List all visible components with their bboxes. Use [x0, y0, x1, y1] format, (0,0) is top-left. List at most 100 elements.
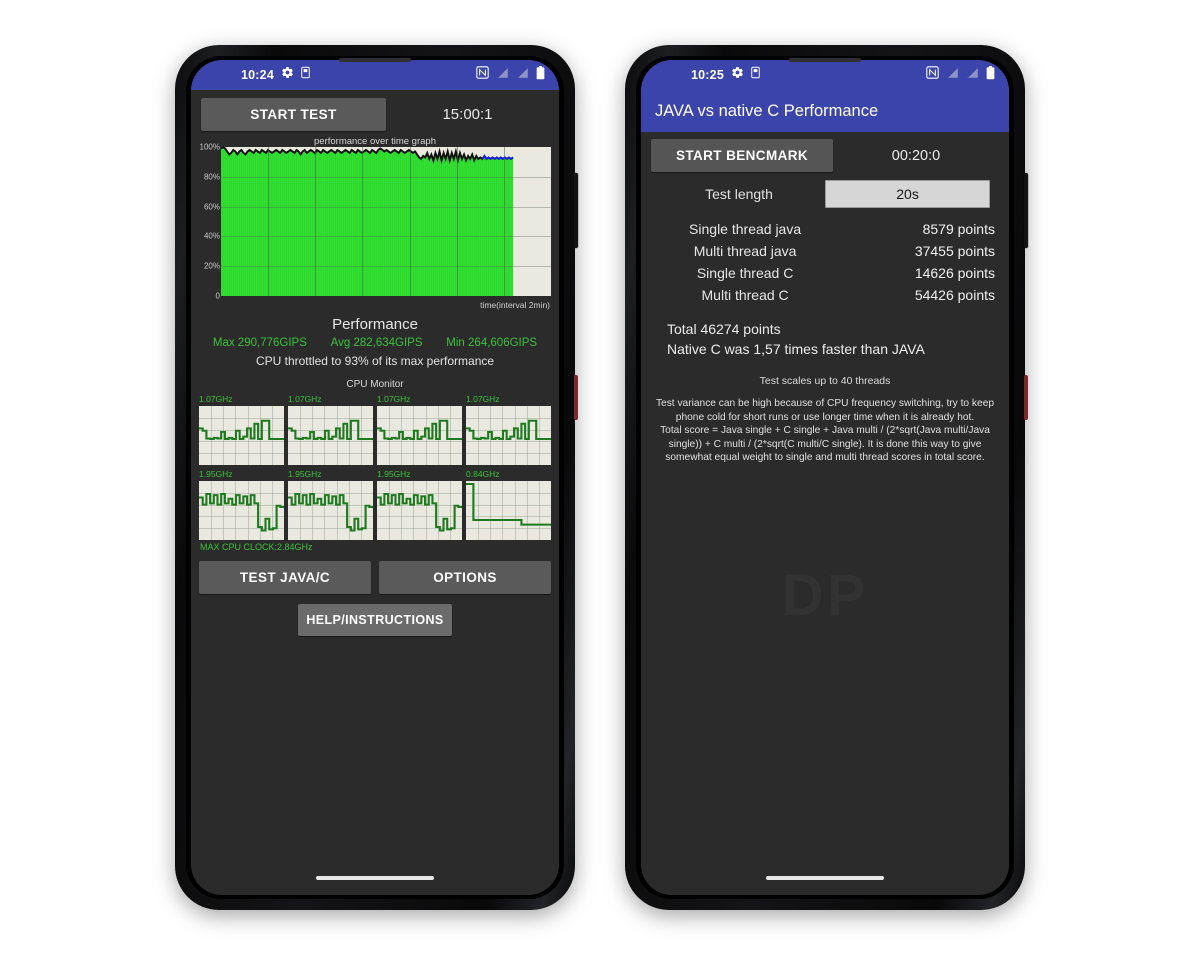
- gesture-navigation-bar-left[interactable]: [316, 876, 434, 880]
- cpu-core-line: [466, 419, 551, 441]
- chart-box: 0 20% 40% 60% 80% 100% time(interval 2min): [200, 135, 551, 310]
- start-benchmark-button[interactable]: START BENCMARK: [651, 139, 833, 172]
- chart-title: performance over time graph: [314, 136, 436, 147]
- perf-min: Min 264,606GIPS: [446, 337, 538, 349]
- cpu-core-frequency-label: 1.95GHz: [288, 469, 322, 479]
- cpu-core-graph: [288, 481, 373, 540]
- cpu-core-frequency-label: 1.07GHz: [377, 394, 411, 404]
- performance-stats-row: Max 290,776GIPS Avg 282,634GIPS Min 264,…: [191, 337, 559, 349]
- performance-chart: performance over time graph 0 20% 40% 60% 80…: [191, 135, 559, 310]
- cpu-core-graph: [377, 481, 462, 540]
- no-sim-1-icon: [496, 66, 509, 84]
- test-java-c-button[interactable]: TEST JAVA/C: [199, 561, 371, 594]
- watermark: DP: [782, 562, 869, 629]
- options-button[interactable]: OPTIONS: [379, 561, 551, 594]
- perf-avg: Avg 282,634GIPS: [330, 337, 423, 349]
- totals-block: Total 46274 points Native C was 1,57 tim…: [641, 309, 1009, 359]
- no-sim-2-icon: [966, 66, 979, 84]
- result-label: Multi thread C: [701, 287, 789, 303]
- comparison-text: Native C was 1,57 times faster than JAVA: [667, 341, 925, 357]
- result-label: Multi thread java: [693, 243, 797, 259]
- earpiece-speaker-right: [789, 58, 861, 62]
- result-value: 37455 points: [914, 243, 995, 259]
- total-points: Total 46274 points: [667, 321, 781, 337]
- status-bar-right-group: [476, 65, 545, 85]
- cpu-core-cell: 1.07GHz: [199, 394, 284, 465]
- cpu-core-svg: [288, 419, 373, 441]
- cpu-core-cell: 1.95GHz: [288, 469, 373, 540]
- result-label: Single thread C: [696, 265, 794, 281]
- app-body-left: START TEST 15:00:1 performance over time…: [191, 90, 559, 895]
- volume-key-right-phone[interactable]: [1024, 173, 1028, 248]
- phone-right: 10:25 JAVA vs native C Performance START…: [625, 45, 1028, 910]
- cpu-core-svg: [199, 492, 284, 532]
- cpu-core-graph: [466, 481, 551, 540]
- cpu-core-frequency-label: 0.84GHz: [466, 469, 500, 479]
- power-key-left-phone[interactable]: [574, 375, 578, 420]
- cpu-core-cell: 0.84GHz: [466, 469, 551, 540]
- gesture-navigation-bar-right[interactable]: [766, 876, 884, 880]
- status-bar-right: 10:25: [641, 60, 1009, 90]
- status-bar-left: 10:24: [191, 60, 559, 90]
- chart-gridline: [315, 147, 317, 296]
- chart-gridline: [221, 176, 551, 178]
- left-button-row: TEST JAVA/C OPTIONS: [191, 552, 559, 594]
- help-button-row: HELP/INSTRUCTIONS: [191, 594, 559, 636]
- chart-y-tick: 60%: [203, 202, 220, 212]
- chart-gridline: [221, 266, 551, 268]
- cpu-core-svg: [288, 492, 373, 532]
- result-row: Multi thread java 37455 points: [655, 243, 995, 259]
- app-title: JAVA vs native C Performance: [655, 101, 879, 120]
- cpu-core-svg: [377, 419, 462, 441]
- chart-y-tick: 20%: [203, 261, 220, 271]
- cpu-core-svg: [466, 419, 551, 441]
- chart-y-axis: 0 20% 40% 60% 80% 100%: [199, 143, 221, 301]
- phone-left-inner-frame: 10:24 START TEST 15:00:1 performance ove…: [186, 56, 564, 899]
- status-clock: 10:25: [691, 68, 724, 82]
- power-key-right-phone[interactable]: [1024, 375, 1028, 420]
- explanation-paragraph: Test variance can be high because of CPU…: [655, 398, 995, 423]
- test-length-label: Test length: [705, 186, 773, 202]
- cpu-core-frequency-label: 1.07GHz: [466, 394, 500, 404]
- volume-key-left-phone[interactable]: [574, 173, 578, 248]
- cpu-core-svg: [466, 482, 551, 526]
- status-clock: 10:24: [241, 68, 274, 82]
- chart-y-tick: 80%: [203, 172, 220, 182]
- cpu-core-graph: [199, 481, 284, 540]
- result-label: Single thread java: [689, 221, 802, 237]
- chart-gridline: [409, 147, 411, 296]
- cpu-core-graph: [288, 406, 373, 465]
- scales-note: Test scales up to 40 threads: [759, 375, 891, 387]
- app-body-right: DP START BENCMARK 00:20:0 Test length 20…: [641, 132, 1009, 895]
- chart-y-tick: 0: [215, 291, 220, 301]
- chart-gridline: [221, 236, 551, 238]
- app-bar: JAVA vs native C Performance: [641, 90, 1009, 132]
- result-value: 14626 points: [914, 265, 995, 281]
- test-length-spinner[interactable]: 20s: [825, 180, 991, 208]
- chart-plot-area: [221, 147, 551, 296]
- cpu-core-cell: 1.07GHz: [466, 394, 551, 465]
- no-sim-2-icon: [516, 66, 529, 84]
- test-timer: 15:00:1: [442, 106, 493, 123]
- cpu-core-frequency-label: 1.95GHz: [377, 469, 411, 479]
- chart-area-fill: [221, 147, 514, 296]
- start-test-button[interactable]: START TEST: [201, 98, 386, 131]
- phone-right-inner-frame: 10:25 JAVA vs native C Performance START…: [636, 56, 1014, 899]
- sdcard-icon: [751, 66, 760, 84]
- help-instructions-button[interactable]: HELP/INSTRUCTIONS: [298, 604, 452, 636]
- cpu-core-line: [466, 482, 551, 526]
- result-row: Multi thread C 54426 points: [655, 287, 995, 303]
- chart-svg: [221, 147, 514, 296]
- cpu-core-line: [288, 492, 373, 532]
- cpu-core-cell: 1.95GHz: [199, 469, 284, 540]
- nfc-icon: [926, 66, 939, 84]
- earpiece-speaker-left: [339, 58, 411, 62]
- cpu-core-line: [199, 492, 284, 532]
- chart-gridline: [362, 147, 364, 296]
- gear-icon: [281, 66, 294, 84]
- right-toolbar: START BENCMARK 00:20:0: [641, 132, 1009, 174]
- cpu-core-graph: [199, 406, 284, 465]
- result-row: Single thread java 8579 points: [655, 221, 995, 237]
- cpu-core-graph: [466, 406, 551, 465]
- throttle-note: CPU throttled to 93% of its max performa…: [255, 354, 495, 368]
